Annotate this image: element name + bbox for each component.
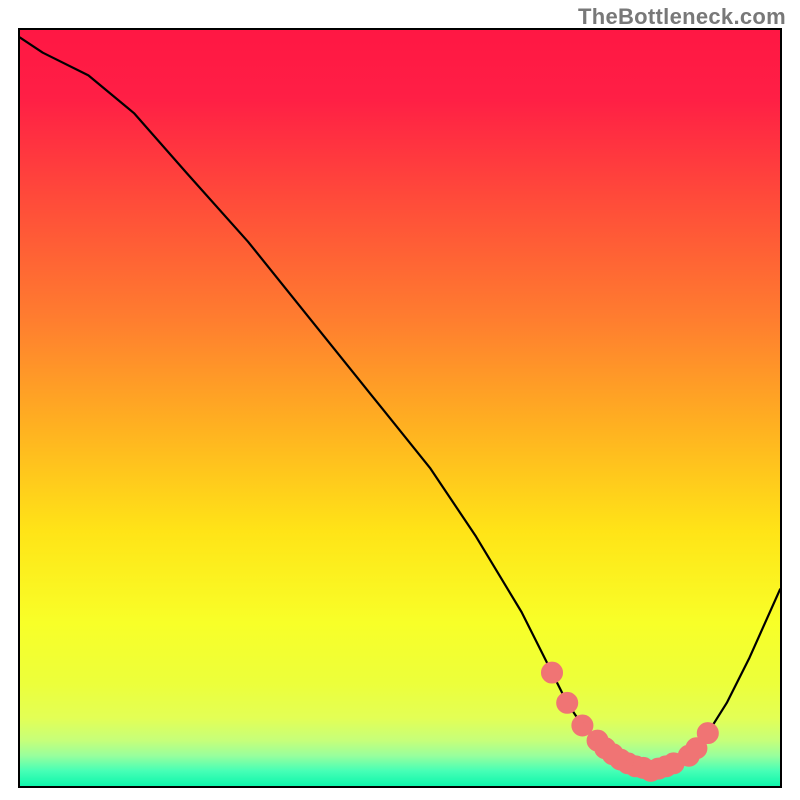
chart-container: TheBottleneck.com bbox=[0, 0, 800, 800]
highlight-dot bbox=[701, 726, 715, 740]
plot-area bbox=[18, 28, 782, 788]
highlight-dot bbox=[560, 696, 574, 710]
highlight-dots-group bbox=[545, 665, 715, 778]
highlight-dot bbox=[689, 741, 703, 755]
highlight-dot bbox=[545, 665, 559, 679]
highlight-dot bbox=[575, 718, 589, 732]
bottleneck-curve bbox=[20, 38, 780, 771]
curve-layer bbox=[20, 30, 780, 786]
watermark-text: TheBottleneck.com bbox=[578, 4, 786, 30]
